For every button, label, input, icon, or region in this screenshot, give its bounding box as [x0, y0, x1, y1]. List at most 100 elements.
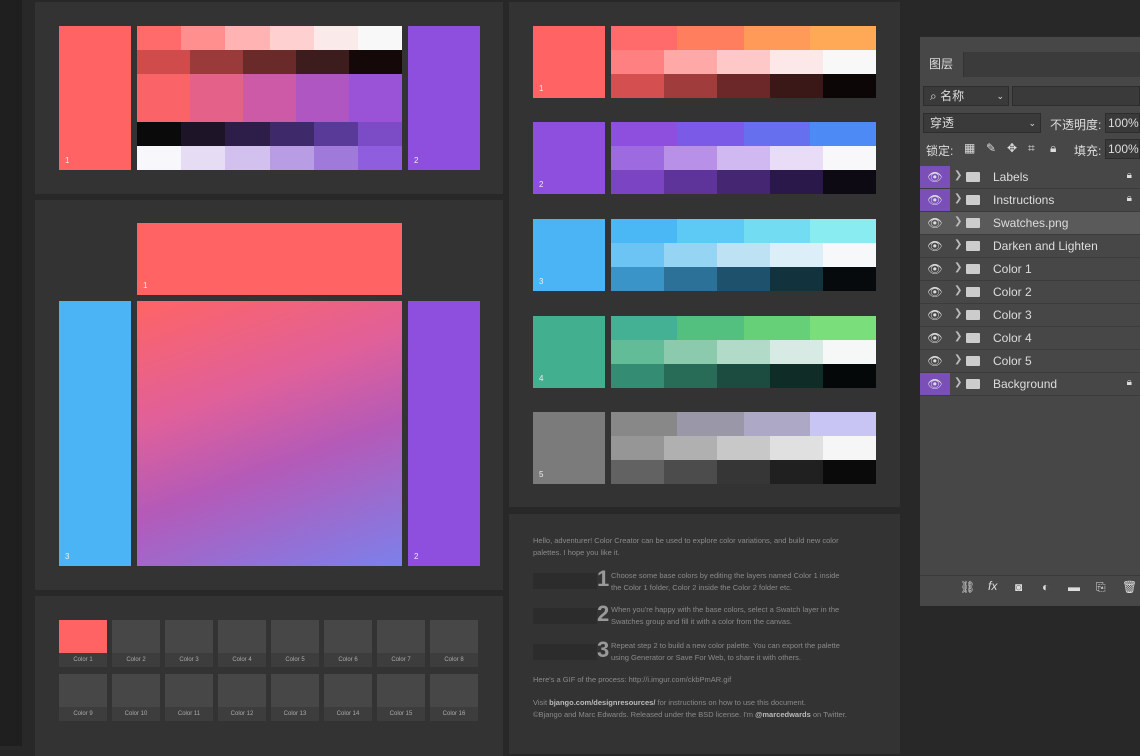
swatch[interactable]: Color 8	[430, 620, 478, 667]
chevron-right-icon[interactable]: ❯	[954, 262, 962, 273]
eye-icon[interactable]: 👁︎	[920, 189, 950, 211]
eye-icon[interactable]: 👁︎	[920, 258, 950, 280]
swatch-color	[271, 620, 319, 653]
new-layer-icon[interactable]: ⎘	[1096, 580, 1106, 595]
swatch[interactable]: Color 14	[324, 674, 372, 721]
color-cell	[357, 122, 403, 146]
eye-icon[interactable]: 👁︎	[920, 350, 950, 372]
swatch[interactable]: Color 13	[271, 674, 319, 721]
swatch[interactable]: Color 1	[59, 620, 107, 667]
blend-mode-select[interactable]: 穿透 ⌄	[923, 113, 1041, 133]
color-strip	[137, 146, 403, 170]
step-3-text: Repeat step 2 to build a new color palet…	[611, 641, 840, 662]
swatch-label: Color 12	[218, 707, 266, 721]
filter-type-select[interactable]: ⌕ 名称 ⌄	[923, 86, 1009, 106]
swatch[interactable]: Color 12	[218, 674, 266, 721]
panel-collapse-bar[interactable]: «	[920, 0, 1140, 47]
color-cell	[717, 170, 770, 194]
swatch[interactable]: Color 7	[377, 620, 425, 667]
swatch[interactable]: Color 2	[112, 620, 160, 667]
color-cell	[770, 146, 823, 170]
color-cell	[770, 50, 823, 74]
layer-row[interactable]: 👁︎ ❯ Labels 🔒︎	[920, 166, 1140, 189]
layers-tab[interactable]: 图层	[920, 52, 964, 77]
color-strip	[137, 26, 403, 50]
visit-text: Visit bjango.com/designresources/ for in…	[533, 697, 883, 721]
chevron-right-icon[interactable]: ❯	[954, 193, 962, 204]
fill-input[interactable]: 100%	[1105, 139, 1140, 159]
swatch[interactable]: Color 5	[271, 620, 319, 667]
adjustment-layer-icon[interactable]: ◐	[1042, 580, 1049, 594]
lock-artboard-icon[interactable]: ⌗	[1028, 141, 1035, 156]
color-cell	[664, 50, 717, 74]
blend-mode-label: 穿透	[930, 116, 955, 130]
layer-row[interactable]: 👁︎ ❯ Color 3	[920, 304, 1140, 327]
chevron-right-icon[interactable]: ❯	[954, 377, 962, 388]
swatch[interactable]: Color 9	[59, 674, 107, 721]
lock-transparent-icon[interactable]: ▦	[964, 141, 975, 155]
opacity-input[interactable]: 100%	[1105, 113, 1140, 133]
eye-icon[interactable]: 👁︎	[920, 212, 950, 234]
color-cell	[664, 436, 717, 460]
color-strip	[611, 340, 876, 364]
layer-row[interactable]: 👁︎ ❯ Color 5	[920, 350, 1140, 373]
fx-icon[interactable]: fx	[988, 579, 997, 593]
artboard-gradient: 1 3 2	[35, 200, 503, 590]
chevron-down-icon: ⌄	[1028, 118, 1036, 128]
swatch-label: Color 4	[218, 653, 266, 667]
bjango-link[interactable]: bjango.com/designresources/	[549, 698, 655, 707]
step-1-text: Choose some base colors by editing the l…	[611, 571, 840, 592]
color-cell	[190, 50, 243, 74]
layer-row[interactable]: 👁︎ ❯ Color 2	[920, 281, 1140, 304]
lock-all-icon[interactable]: 🔒︎	[1050, 141, 1056, 156]
chevron-right-icon[interactable]: ❯	[954, 308, 962, 319]
eye-icon[interactable]: 👁︎	[920, 327, 950, 349]
layer-row[interactable]: 👁︎ ❯ Color 4	[920, 327, 1140, 350]
layer-row[interactable]: 👁︎ ❯ Darken and Lighten	[920, 235, 1140, 258]
layer-row[interactable]: 👁︎ ❯ Background 🔒︎	[920, 373, 1140, 396]
eye-icon[interactable]: 👁︎	[920, 235, 950, 257]
color-cell	[809, 122, 876, 146]
layer-row[interactable]: 👁︎ ❯ Swatches.png	[920, 212, 1140, 235]
swatch[interactable]: Color 11	[165, 674, 213, 721]
mask-icon[interactable]: ◙	[1015, 580, 1022, 594]
filter-input[interactable]	[1012, 86, 1140, 106]
left-edge	[0, 0, 22, 746]
eye-icon[interactable]: 👁︎	[920, 373, 950, 395]
lock-paint-icon[interactable]: ✎	[986, 141, 996, 155]
layers-panel: 图层 ⌕ 名称 ⌄ 穿透 ⌄ 不透明度: 100% 锁定: ▦ ✎ ✥ ⌗ 🔒︎ 填…	[920, 36, 1140, 606]
eye-icon[interactable]: 👁︎	[920, 281, 950, 303]
search-icon: ⌕	[930, 89, 937, 103]
layer-row[interactable]: 👁︎ ❯ Instructions 🔒︎	[920, 189, 1140, 212]
swatch[interactable]: Color 10	[112, 674, 160, 721]
color-cell	[823, 436, 876, 460]
lock-move-icon[interactable]: ✥	[1007, 141, 1017, 155]
swatch[interactable]: Color 15	[377, 674, 425, 721]
delete-icon[interactable]: 🗑︎	[1122, 580, 1137, 594]
swatch[interactable]: Color 4	[218, 620, 266, 667]
color-cell	[137, 50, 190, 74]
chevron-right-icon[interactable]: ❯	[954, 354, 962, 365]
chevron-right-icon[interactable]: ❯	[954, 331, 962, 342]
twitter-handle[interactable]: @marcedwards	[755, 710, 811, 719]
link-layers-icon[interactable]: ⛓	[960, 580, 975, 594]
color-strip	[611, 74, 876, 98]
folder-icon	[966, 287, 980, 297]
eye-icon[interactable]: 👁︎	[920, 304, 950, 326]
swatch[interactable]: Color 3	[165, 620, 213, 667]
color-strip	[137, 74, 402, 122]
eye-icon[interactable]: 👁︎	[920, 166, 950, 188]
layer-row[interactable]: 👁︎ ❯ Color 1	[920, 258, 1140, 281]
chevron-right-icon[interactable]: ❯	[954, 285, 962, 296]
folder-icon	[966, 379, 980, 389]
swatch-label: Color 11	[165, 707, 213, 721]
chevron-right-icon[interactable]: ❯	[954, 239, 962, 250]
swatch[interactable]: Color 6	[324, 620, 372, 667]
chevron-right-icon[interactable]: ❯	[954, 216, 962, 227]
color-cell	[770, 460, 823, 484]
color-cell	[296, 50, 349, 74]
swatch[interactable]: Color 16	[430, 674, 478, 721]
color-cell	[743, 219, 810, 243]
new-group-icon[interactable]: ▬	[1068, 580, 1080, 594]
chevron-right-icon[interactable]: ❯	[954, 170, 962, 181]
